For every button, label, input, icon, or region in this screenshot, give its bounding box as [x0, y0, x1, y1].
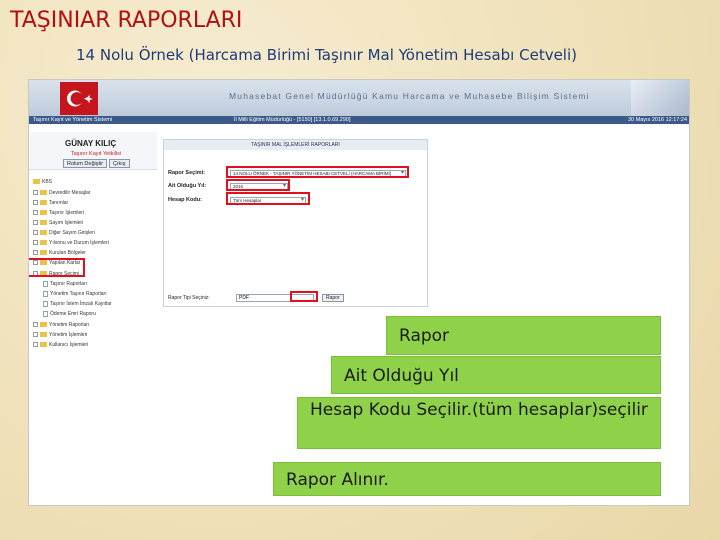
tree-item[interactable]: Tanımlar — [33, 199, 68, 207]
logout-button[interactable]: Çıkış — [109, 159, 130, 168]
hesap-label: Hesap Kodu: — [168, 197, 202, 203]
tree-item[interactable]: Yılsonu ve Durum İşlemleri — [33, 239, 109, 247]
callout-rapor: Rapor — [386, 316, 661, 355]
highlight-tree-selection — [29, 258, 85, 277]
highlight-rapor-button — [290, 291, 318, 302]
tree-item[interactable]: Devredilir Mesajlar — [33, 189, 90, 197]
tree-item[interactable]: Taşınır İşlemleri — [33, 209, 84, 217]
form-header: TAŞINIR MAL İŞLEMLERİ RAPORLARI — [164, 140, 427, 150]
status-bar: Taşınır Kayıt ve Yönetim Sistemi İl Mill… — [29, 116, 689, 124]
callout-rapor-alinir: Rapor Alınır. — [273, 462, 661, 496]
tree-item[interactable]: Yönetim Raporları — [33, 321, 89, 329]
date-time: 30 Mayıs 2016 12:17:24 — [627, 117, 687, 123]
rapor-tipi-label: Rapor Tipi Seçiniz: — [168, 295, 210, 301]
rapor-label: Rapor Seçimi: — [168, 170, 205, 176]
tree-item[interactable]: Yönetim İşlemleri — [33, 331, 87, 339]
user-role: Taşınır Kayıt Yetkilisi — [71, 151, 122, 157]
system-name: Taşınır Kayıt ve Yönetim Sistemi — [33, 117, 113, 123]
user-panel: GÜNAY KILIÇ Taşınır Kayıt Yetkilisi Rolu… — [29, 132, 157, 170]
tree-item[interactable]: Kullanıcı İşlemleri — [33, 341, 88, 349]
slide-title: TAŞINIAR RAPORLARI — [10, 8, 243, 33]
rapor-button[interactable]: Rapor — [322, 294, 344, 302]
highlight-yil — [226, 179, 290, 191]
tree-item[interactable]: Sayım İşlemleri — [33, 219, 83, 227]
highlight-hesap — [226, 192, 310, 205]
callout-ait-oldugu-yil: Ait Olduğu Yıl — [331, 356, 661, 394]
highlight-rapor — [226, 166, 409, 178]
tree-item[interactable]: Kurulan Bölgeler — [33, 249, 86, 257]
slide-subtitle: 14 Nolu Örnek (Harcama Birimi Taşınır Ma… — [76, 46, 577, 64]
tree-item-tasinir-raporlari[interactable]: Taşınır Raporları — [43, 280, 87, 288]
callout-hesap-kodu: Hesap Kodu Seçilir.(tüm hesaplar)seçilir — [297, 397, 661, 449]
tree-item-kbs[interactable]: KBS — [33, 178, 52, 186]
yil-label: Ait Olduğu Yıl: — [168, 183, 207, 189]
app-banner: Muhasebat Genel Müdürlüğü Kamu Harcama v… — [29, 80, 689, 116]
turkish-flag-icon — [60, 82, 98, 115]
app-title: Muhasebat Genel Müdürlüğü Kamu Harcama v… — [229, 91, 590, 101]
tree-item[interactable]: Taşınır İstem İmzalı Kayıtlar — [43, 300, 112, 308]
report-form: TAŞINIR MAL İŞLEMLERİ RAPORLARI Rapor Se… — [163, 139, 428, 307]
tree-item[interactable]: Yönetim Taşınır Raporları — [43, 290, 107, 298]
tree-item[interactable]: Ödeme Emri Raporu — [43, 310, 96, 318]
tree-item[interactable]: Diğer Sayım Girişleri — [33, 229, 95, 237]
banner-decoration — [631, 80, 689, 116]
user-name: GÜNAY KILIÇ — [65, 139, 117, 148]
unit-info: İl Milli Eğitim Müdürlüğü - [5150] [13.1… — [234, 117, 351, 123]
change-role-button[interactable]: Rolum Değiştir — [63, 159, 108, 168]
